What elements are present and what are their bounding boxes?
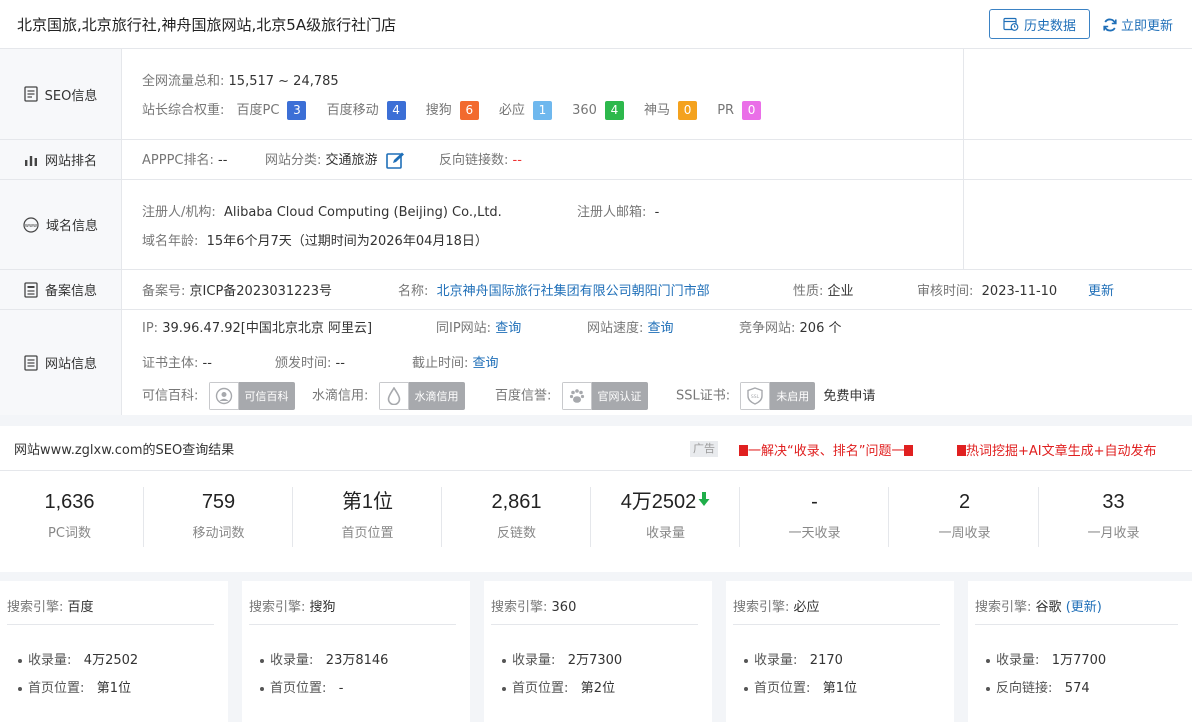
stat-week-indexed[interactable]: 2 一周收录 [890,487,1039,549]
competitor-sites: 竞争网站: 206 个 [739,321,842,336]
stat-month-indexed[interactable]: 33 一月收录 [1039,487,1188,549]
www-icon: www [23,216,39,233]
seo-result-header: 网站www.zglxw.com的SEO查询结果 广告 一解决“收录、排名”问题一… [0,426,1192,471]
paw-icon [569,389,584,403]
cert-issue-time: 颁发时间: -- [275,356,345,371]
seo-stats: 1,636 PC词数 759 移动词数 第1位 首页位置 2,861 反链数 4万250… [0,471,1192,572]
domain-row: www 域名信息 注册人/机构: Alibaba Cloud Computing… [0,180,1192,270]
beian-row: 备案信息 备案号: 京ICP备2023031223号 名称: 北京神舟国际旅行社… [0,270,1192,310]
engine-card-baidu: 搜索引擎: 百度 收录量: 4万2502 首页位置: 第1位 [0,581,228,722]
history-data-label: 历史数据 [1023,18,1076,34]
stat-pc-words[interactable]: 1,636 PC词数 [0,487,144,549]
stat-backlinks[interactable]: 2,861 反链数 [442,487,591,549]
record-icon [24,281,38,298]
site-speed: 网站速度: 查询 [587,321,674,336]
ad-link-ranking[interactable]: 一解决“收录、排名”问题一 [739,440,914,459]
beian-name-link[interactable]: 北京神舟国际旅行社集团有限公司朝阳门门市部 [437,284,710,299]
kexin-icon [215,387,232,405]
site-category: 网站分类: 交通旅游 [265,149,406,170]
site-info-table: SEO信息 全网流量总和: 15,517 ~ 24,785 站长综合权重: 百度… [0,49,1192,415]
cert-subject: 证书主体: -- [142,356,212,371]
beian-type: 性质: 企业 [793,284,854,299]
weight-pr[interactable]: PR 0 [717,101,762,120]
ssl-free-apply-link[interactable]: 免费申请 [823,389,875,404]
weight-360[interactable]: 360 4 [572,101,624,120]
cert-expire-time: 截止时间: 查询 [412,356,499,371]
site-info-icon [24,354,38,371]
water-drop-icon [387,387,400,405]
engine-card-bing: 搜索引擎: 必应 收录量: 2170 首页位置: 第1位 [726,581,954,722]
ssl-shield-icon: SSL [747,387,763,405]
baidu-badge[interactable]: 官网认证 [561,382,648,410]
stat-day-indexed[interactable]: - 一天收录 [740,487,889,549]
seo-result-title: 网站www.zglxw.com的SEO查询结果 [14,443,235,458]
apppc-rank: APPPC排名: -- [142,153,228,168]
kexin-badge[interactable]: 可信百科 [208,382,295,410]
page: 北京国旅,北京旅行社,神舟国旅网站,北京5A级旅行社门店 历史数据 立即更新 S… [0,0,1192,722]
ip-address: IP: 39.96.47.92[中国北京北京 阿里云] [142,321,373,336]
kexin-baike: 可信百科: 可信百科 [142,382,295,410]
same-ip-sites: 同IP网站: 查询 [436,321,522,336]
speed-query-link[interactable]: 查询 [648,321,674,336]
weight-bing[interactable]: 必应 1 [499,99,552,120]
history-icon [1003,17,1019,31]
ssl-cert: SSL证书: SSL 未启用 免费申请 [676,382,875,410]
ad-link-ai-article[interactable]: 热词挖掘+AI文章生成+自动发布 [957,440,1157,459]
domain-age: 域名年龄: 15年6个月7天（过期时间为2026年04月18日） [142,234,488,249]
header: 北京国旅,北京旅行社,神舟国旅网站,北京5A级旅行社门店 历史数据 立即更新 [0,0,1192,49]
shuidi-badge[interactable]: 水滴信用 [378,382,465,410]
stat-mobile-words[interactable]: 759 移动词数 [144,487,293,549]
weight-shenma[interactable]: 神马 0 [644,99,698,120]
engine-card-360: 搜索引擎: 360 收录量: 2万7300 首页位置: 第2位 [484,581,712,722]
engine-card-google: 搜索引擎: 谷歌 (更新) 收录量: 1万7700 反向链接: 574 [968,581,1192,722]
weight-list: 站长综合权重: 百度PC 3 百度移动 4 搜狗 6 必应 1 360 4 神马 0 PR 0 [142,99,777,120]
stat-indexed[interactable]: 4万2502 收录量 [591,487,740,549]
site-label: 网站信息 [0,310,122,415]
traffic-total: 全网流量总和: 15,517 ~ 24,785 [142,74,339,89]
weight-sogou[interactable]: 搜狗 6 [426,99,479,120]
weight-baidu-mobile[interactable]: 百度移动 4 [327,99,406,120]
bar-chart-icon [24,155,37,166]
beian-number: 备案号: 京ICP备2023031223号 [142,284,332,299]
google-update-link[interactable]: (更新) [1066,600,1102,615]
same-ip-query-link[interactable]: 查询 [495,321,521,336]
stat-home-position[interactable]: 第1位 首页位置 [293,487,442,549]
update-now-link[interactable]: 立即更新 [1102,15,1173,34]
seo-info-row: SEO信息 全网流量总和: 15,517 ~ 24,785 站长综合权重: 百度… [0,49,1192,140]
edit-icon[interactable] [385,151,406,170]
document-icon [23,86,38,102]
red-square-icon [904,445,914,456]
backlink-count: 反向链接数: -- [439,153,522,168]
refresh-icon [1103,18,1117,31]
beian-name: 名称: 北京神舟国际旅行社集团有限公司朝阳门门市部 [398,284,710,299]
beian-update-link[interactable]: 更新 [1088,280,1114,299]
update-now-label: 立即更新 [1121,19,1174,34]
rank-row: 网站排名 APPPC排名: -- 网站分类: 交通旅游 反向链接数: -- [0,140,1192,180]
ad-tag: 广告 [690,441,718,457]
registrant: 注册人/机构: Alibaba Cloud Computing (Beijing… [142,205,502,220]
page-title: 北京国旅,北京旅行社,神舟国旅网站,北京5A级旅行社门店 [17,16,397,34]
beian-audit-time: 审核时间: 2023-11-10 [917,284,1058,299]
red-square-icon [739,445,748,456]
seo-info-label: SEO信息 [0,49,122,139]
rank-label: 网站排名 [0,140,122,179]
svg-text:www: www [25,223,37,229]
shuidi-credit: 水滴信用: 水滴信用 [312,382,465,410]
history-data-button[interactable]: 历史数据 [989,9,1090,39]
registrant-email: 注册人邮箱: - [577,205,660,220]
domain-label: www 域名信息 [0,180,122,269]
ssl-badge[interactable]: SSL 未启用 [740,382,816,410]
svg-text:SSL: SSL [751,394,760,400]
expire-query-link[interactable]: 查询 [473,356,499,371]
down-arrow-icon [698,492,710,506]
weight-baidu-pc[interactable]: 百度PC 3 [237,99,307,120]
engine-card-sogou: 搜索引擎: 搜狗 收录量: 23万8146 首页位置: - [242,581,470,722]
baidu-credit: 百度信誉: 官网认证 [495,382,648,410]
site-row: 网站信息 IP: 39.96.47.92[中国北京北京 阿里云] 同IP网站: … [0,310,1192,415]
red-square-icon [957,445,966,456]
beian-label: 备案信息 [0,270,122,309]
